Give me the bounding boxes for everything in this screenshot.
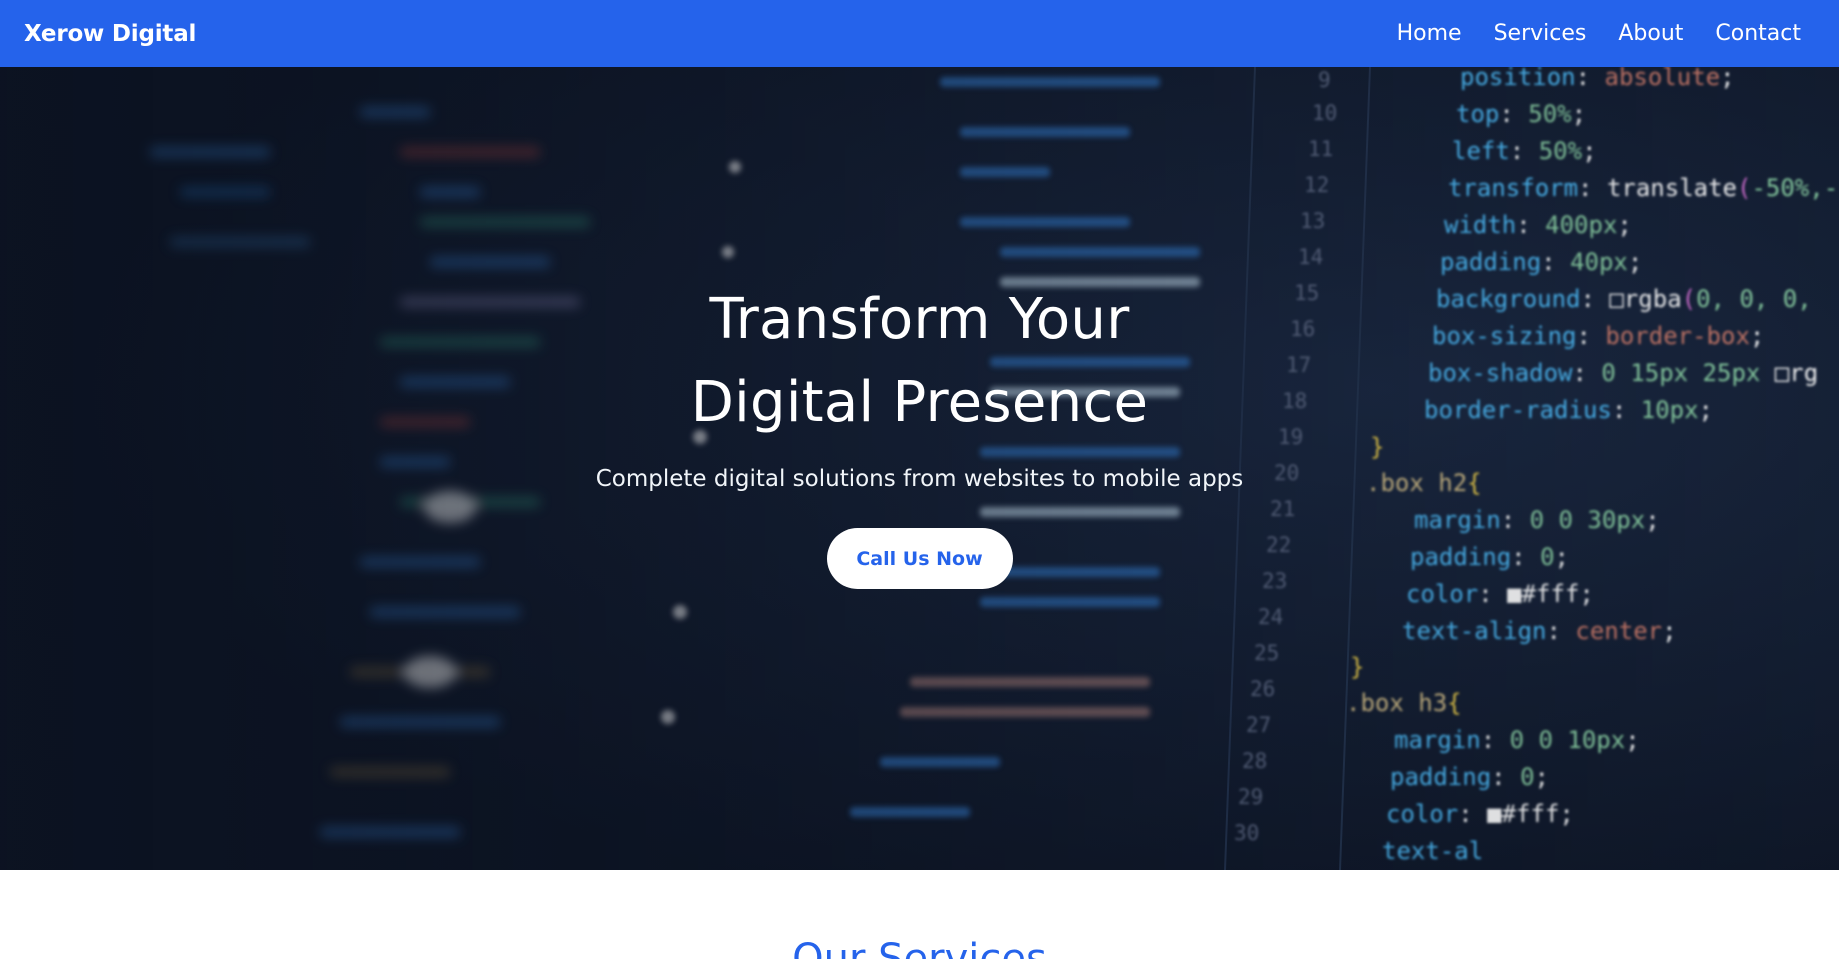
nav-link-services[interactable]: Services [1494, 21, 1587, 46]
nav-link-home[interactable]: Home [1397, 21, 1462, 46]
brand-logo[interactable]: Xerow Digital [24, 21, 196, 47]
nav-link-contact[interactable]: Contact [1715, 21, 1801, 46]
hero-subtitle: Complete digital solutions from websites… [595, 466, 1244, 492]
services-title: Our Services [792, 936, 1047, 959]
services-section: Our Services [0, 870, 1839, 959]
hero-content: Transform Your Digital Presence Complete… [0, 67, 1839, 870]
nav-link-about[interactable]: About [1618, 21, 1683, 46]
page: Xerow Digital Home Services About Contac… [0, 0, 1839, 959]
navbar: Xerow Digital Home Services About Contac… [0, 0, 1839, 67]
call-us-now-button[interactable]: Call Us Now [826, 528, 1013, 589]
nav-links: Home Services About Contact [1397, 21, 1801, 46]
hero-title: Transform Your Digital Presence [690, 287, 1149, 435]
hero-section: 9 10 11 12 13 14 15 16 17 18 19 20 21 22… [0, 67, 1839, 870]
